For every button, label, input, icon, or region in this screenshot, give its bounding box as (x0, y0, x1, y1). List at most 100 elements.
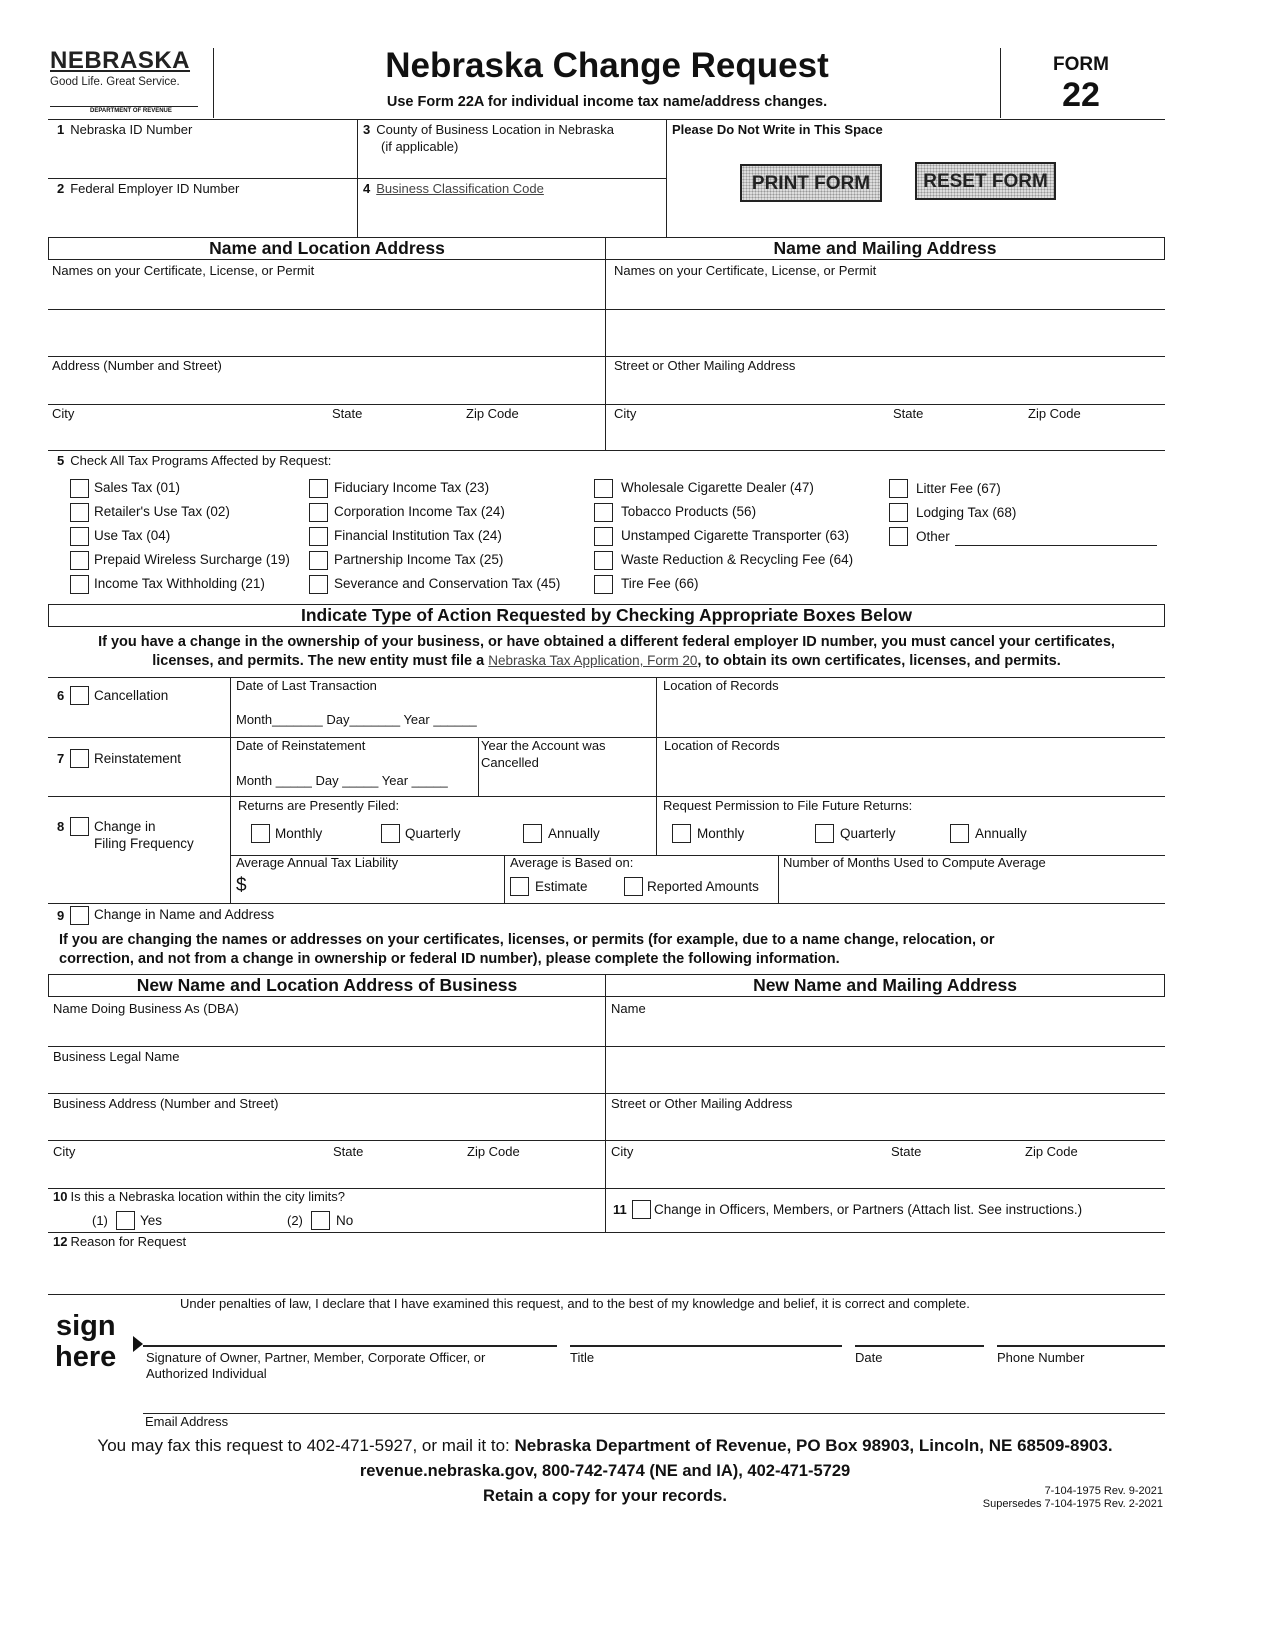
rule (48, 1046, 1165, 1047)
label-severance-tax: Severance and Conservation Tax (45) (334, 576, 561, 591)
rule (48, 903, 1165, 904)
label-sales-tax: Sales Tax (01) (94, 480, 181, 495)
checkbox-filing-frequency[interactable] (70, 817, 89, 836)
label-present-annually: Annually (548, 826, 600, 841)
label-reported-amounts: Reported Amounts (647, 879, 759, 894)
checkbox-use-tax[interactable] (70, 527, 89, 546)
dollar-sign: $ (236, 875, 247, 896)
checkbox-other[interactable] (889, 527, 908, 546)
reset-form-button[interactable]: RESET FORM (915, 162, 1056, 200)
checkbox-litter-fee[interactable] (889, 479, 908, 498)
rule (48, 677, 1165, 678)
rule (48, 1232, 1165, 1233)
label-city-limits-no: No (336, 1213, 354, 1228)
checkbox-waste-reduction[interactable] (594, 551, 613, 570)
checkbox-reported-amounts[interactable] (624, 877, 643, 896)
location-names-label: Names on your Certificate, License, or P… (52, 263, 315, 278)
title-line[interactable] (570, 1345, 842, 1347)
checkbox-present-annually[interactable] (523, 824, 542, 843)
checkbox-income-tax-withholding[interactable] (70, 575, 89, 594)
checkbox-fiduciary-income-tax[interactable] (309, 479, 328, 498)
last-transaction-date-line[interactable]: Month_______ Day_______ Year ______ (236, 712, 477, 727)
reinstatement-records-label: Location of Records (664, 738, 780, 753)
checkbox-city-limits-no[interactable] (311, 1211, 330, 1230)
here-label: here (55, 1341, 117, 1373)
opt1-num: (1) (92, 1213, 108, 1228)
officers-change-num: 11 (613, 1202, 627, 1217)
office-use-label: Please Do Not Write in This Space (672, 122, 883, 137)
new-name-label: Name (611, 1001, 646, 1016)
checkbox-reinstatement[interactable] (70, 749, 89, 768)
name-change-notice-line1: If you are changing the names or address… (59, 932, 995, 948)
signature-line[interactable] (143, 1345, 557, 1347)
checkbox-name-change[interactable] (70, 906, 89, 925)
phone-line[interactable] (997, 1345, 1165, 1347)
mailing-street-label: Street or Other Mailing Address (614, 358, 796, 373)
checkbox-corporation-income-tax[interactable] (309, 503, 328, 522)
mailing-address-header: Name and Mailing Address (605, 237, 1165, 260)
label-prepaid-wireless: Prepaid Wireless Surcharge (19) (94, 552, 290, 567)
label-future-annually: Annually (975, 826, 1027, 841)
label-unstamped-cigarette: Unstamped Cigarette Transporter (63) (621, 528, 850, 543)
rule (504, 855, 505, 903)
label-future-monthly: Monthly (697, 826, 745, 841)
checkbox-present-monthly[interactable] (251, 824, 270, 843)
checkbox-future-annually[interactable] (950, 824, 969, 843)
rule (605, 260, 606, 450)
other-input-line[interactable] (955, 545, 1157, 546)
fein-label: 2 Federal Employer ID Number (57, 181, 240, 196)
checkbox-officers-change[interactable] (632, 1200, 651, 1219)
checkbox-lodging-tax[interactable] (889, 503, 908, 522)
checkbox-estimate[interactable] (510, 877, 529, 896)
form-number: 22 (1062, 76, 1100, 114)
revision-number: 7-104-1975 Rev. 9-2021 (1044, 1485, 1163, 1497)
checkbox-severance-tax[interactable] (309, 575, 328, 594)
header-bottom-rule (48, 119, 1165, 120)
checkbox-financial-institution-tax[interactable] (309, 527, 328, 546)
rule (656, 796, 657, 855)
rule (778, 855, 779, 903)
new-location-city-label: City (53, 1144, 76, 1159)
year-cancelled-label: Year the Account was (481, 738, 606, 753)
reinstatement-date-line[interactable]: Month _____ Day _____ Year _____ (236, 773, 448, 788)
action-section-header: Indicate Type of Action Requested by Che… (48, 604, 1165, 627)
checkbox-unstamped-cigarette[interactable] (594, 527, 613, 546)
checkbox-tobacco-products[interactable] (594, 503, 613, 522)
form-20-link[interactable]: Nebraska Tax Application, Form 20 (488, 653, 697, 668)
date-line[interactable] (855, 1345, 984, 1347)
checkbox-tire-fee[interactable] (594, 575, 613, 594)
new-mailing-street-label: Street or Other Mailing Address (611, 1096, 793, 1111)
business-address-label: Business Address (Number and Street) (53, 1096, 279, 1111)
avg-liability-label: Average Annual Tax Liability (236, 855, 399, 870)
mailing-names-label: Names on your Certificate, License, or P… (614, 263, 877, 278)
label-tobacco-products: Tobacco Products (56) (621, 504, 757, 519)
rule (48, 404, 1165, 405)
checkbox-wholesale-cigarette[interactable] (594, 479, 613, 498)
checkbox-prepaid-wireless[interactable] (70, 551, 89, 570)
new-location-zip-label: Zip Code (467, 1144, 520, 1159)
checkbox-city-limits-yes[interactable] (116, 1211, 135, 1230)
ownership-change-notice-line2: licenses, and permits. The new entity mu… (152, 653, 1061, 669)
contact-info: revenue.nebraska.gov, 800-742-7474 (NE a… (359, 1462, 851, 1480)
rule (48, 309, 1165, 310)
checkbox-retailers-use-tax[interactable] (70, 503, 89, 522)
checkbox-sales-tax[interactable] (70, 479, 89, 498)
checkbox-future-quarterly[interactable] (815, 824, 834, 843)
print-form-button[interactable]: PRINT FORM (740, 164, 882, 202)
checkbox-present-quarterly[interactable] (381, 824, 400, 843)
location-state-label: State (332, 406, 363, 421)
checkbox-cancellation[interactable] (70, 686, 89, 705)
label-estimate: Estimate (535, 879, 588, 894)
location-address-header: Name and Location Address (48, 237, 606, 260)
checkbox-future-monthly[interactable] (672, 824, 691, 843)
checkbox-partnership-income-tax[interactable] (309, 551, 328, 570)
rule (48, 450, 1165, 451)
email-line[interactable] (143, 1413, 1165, 1414)
classification-code-link[interactable]: Business Classification Code (376, 181, 544, 196)
cancellation-records-label: Location of Records (663, 678, 779, 693)
ownership-change-notice-line1: If you have a change in the ownership of… (98, 634, 1115, 650)
label-partnership-income-tax: Partnership Income Tax (25) (334, 552, 504, 567)
name-change-notice-line2: correction, and not from a change in own… (59, 951, 840, 967)
mailing-city-label: City (614, 406, 637, 421)
rule (605, 997, 606, 1232)
